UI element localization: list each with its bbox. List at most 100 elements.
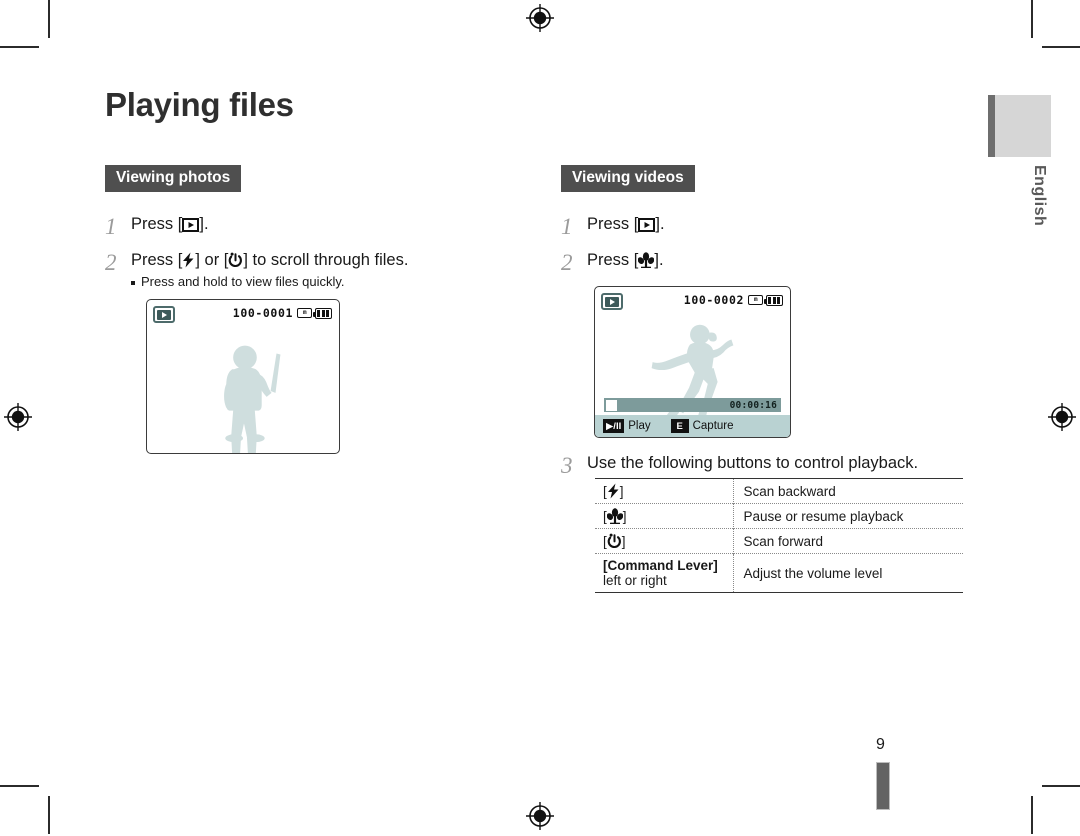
registration-mark-right [1047,402,1077,432]
bracket-close: ] [622,509,627,524]
table-cell-action: Pause or resume playback [732,503,963,529]
language-tab-block [988,95,1051,157]
step-number: 1 [105,214,117,239]
table-row: [Command Lever] left or right Adjust the… [595,553,963,593]
registration-mark-bottom [525,801,555,831]
step-text-middle: ] or [ [195,251,229,269]
playback-badge-inner [157,309,171,320]
macro-icon [638,252,655,268]
crop-mark-top-right-horizontal [1042,46,1080,48]
sub-bullet-text: Press and hold to view files quickly. [141,273,345,289]
playback-badge-icon [153,306,175,323]
crop-mark-bottom-right-vertical [1031,796,1033,834]
step-number: 3 [561,453,573,478]
step-number: 1 [561,214,573,239]
file-number: 100-0001 [232,306,293,320]
battery-full-icon [313,307,332,319]
step-number: 2 [105,250,117,275]
playback-timestamp: 00:00:16 [729,399,777,411]
control-capture-label: Capture [692,420,734,432]
memory-card-label: m [302,309,307,316]
step-left-1: 1 Press []. [105,214,525,238]
flash-icon [607,483,620,499]
control-capture[interactable]: E Capture [670,419,734,433]
language-tab-bar [988,95,995,157]
lcd-screen-photo: 100-0001 m [146,299,340,454]
manual-page: Playing files Viewing photos 1 Press [].… [0,0,1080,834]
bracket-close: ] [621,534,626,549]
step-text-before: Press [ [587,215,639,233]
crop-mark-top-left-vertical [48,0,50,38]
playback-badge-inner [605,296,619,307]
timer-icon [607,533,622,549]
table-row: [] Pause or resume playback [595,503,963,529]
crop-mark-bottom-left-horizontal [0,785,39,787]
section-heading-viewing-videos: Viewing videos [561,165,695,192]
registration-mark-left [3,402,33,432]
lcd-status-bar: 100-0001 m [147,300,339,326]
playback-progress-bar[interactable]: 00:00:16 [604,398,781,412]
command-lever-key: [Command Lever] [603,558,718,573]
lcd-status-bar: 100-0002 m [595,287,790,313]
step-text: Press []. [131,214,209,235]
memory-card-icon: m [748,295,763,305]
page-title: Playing files [105,86,294,123]
step-right-3: 3 Use the following buttons to control p… [561,453,991,477]
play-pause-icon: ▶/II [603,419,625,433]
step-text-before: Press [ [131,251,183,269]
table-cell-key: [Command Lever] left or right [595,554,733,593]
table-cell-key: [] [595,529,733,554]
progress-handle[interactable] [606,399,617,411]
step-right-2: 2 Press []. [561,250,981,274]
standing-person-silhouette [147,322,339,453]
bracket-close: ] [619,484,624,499]
play-triangle-icon [610,298,615,305]
registration-target-icon [526,4,554,32]
timer-icon [228,252,243,268]
playback-icon [638,218,656,232]
step-text-after: ]. [655,215,665,233]
control-play-label: Play [628,420,651,432]
file-number: 100-0002 [683,293,744,307]
crop-mark-top-left-horizontal [0,46,39,48]
step-text: Use the following buttons to control pla… [587,454,919,472]
crop-mark-bottom-left-vertical [48,796,50,834]
step-text: Press []. [587,214,665,235]
registration-target-icon [526,802,554,830]
step-text-before: Press [ [587,251,639,269]
macro-icon [606,508,623,524]
step-right-1: 1 Press []. [561,214,981,238]
table-row: [] Scan forward [595,528,963,554]
control-play[interactable]: ▶/II Play [603,419,651,433]
battery-full-icon [764,294,783,306]
bullet-dot-icon [131,280,135,285]
step-text-after: ] to scroll through files. [243,251,409,269]
command-lever-key-line2: left or right [603,573,667,588]
crop-mark-bottom-right-horizontal [1042,785,1080,787]
capture-key-icon: E [670,419,689,433]
registration-target-icon [1048,403,1076,431]
table-cell-key: [] [595,504,733,529]
step-text: Press []. [587,250,664,271]
step-text: Press [ ] or [ ] to scroll through files. [131,250,408,271]
language-tab: English [988,95,1051,226]
registration-target-icon [4,403,32,431]
lcd-control-bar: ▶/II Play E Capture [595,415,790,437]
step-sub-bullet: Press and hold to view files quickly. [131,274,408,289]
table-cell-action: Scan forward [732,528,963,554]
memory-card-icon: m [297,308,312,318]
playback-badge-icon [601,293,623,310]
step-number: 2 [561,250,573,275]
language-tab-label: English [1031,165,1048,227]
lcd-screen-video: 100-0002 m 00:00:16 ▶/II Play E Capture [594,286,791,438]
table-cell-action: Scan backward [732,478,963,504]
play-triangle-icon [162,311,167,318]
step-text-after: ]. [654,251,664,269]
step-text-after: ]. [199,215,209,233]
step-text-before: Press [ [131,215,183,233]
section-heading-viewing-photos: Viewing photos [105,165,242,192]
page-footer-bar [876,762,890,810]
page-number: 9 [876,736,885,753]
memory-card-label: m [753,296,758,303]
registration-mark-top [525,3,555,33]
